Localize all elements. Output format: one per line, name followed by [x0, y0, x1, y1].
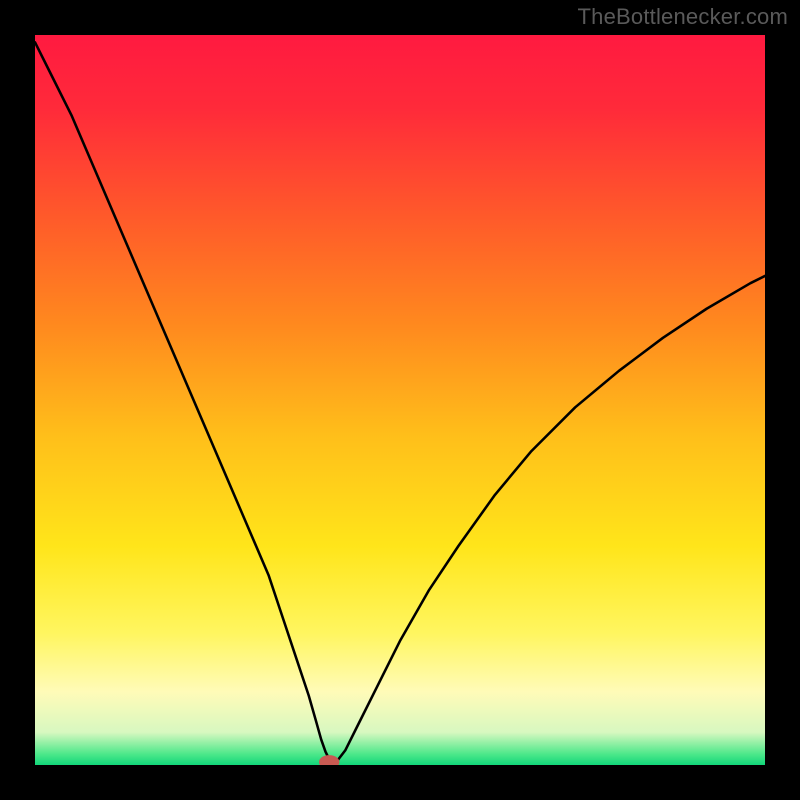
gradient-rect — [35, 35, 765, 765]
chart-frame: TheBottlenecker.com — [0, 0, 800, 800]
chart-background — [35, 35, 765, 765]
watermark-label: TheBottlenecker.com — [578, 4, 788, 30]
